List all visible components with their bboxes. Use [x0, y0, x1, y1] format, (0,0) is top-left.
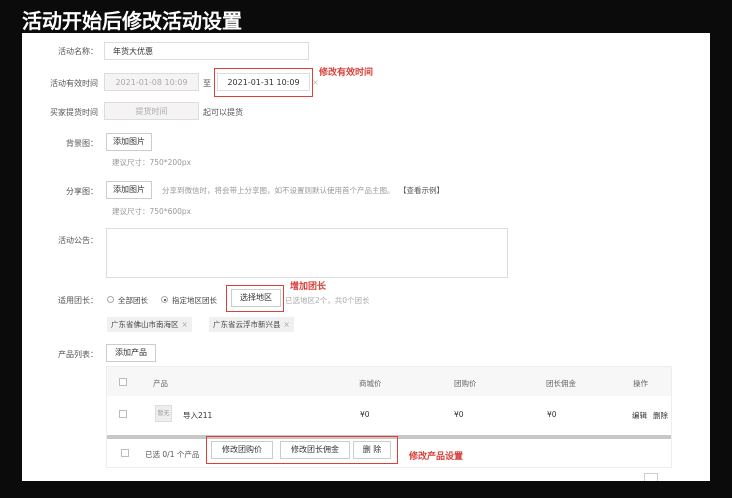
- products-label: 产品列表：: [58, 350, 98, 359]
- annotation-box-leaders: [226, 285, 284, 312]
- annotation-products: 修改产品设置: [409, 452, 464, 462]
- remove-region-icon[interactable]: ×: [284, 320, 290, 329]
- background-size-hint: 建议尺寸：750*200px: [112, 158, 192, 167]
- leader-commission: ¥0: [547, 410, 557, 419]
- scroll-to-top-icon[interactable]: [644, 473, 658, 481]
- edit-product-link[interactable]: 编辑: [632, 410, 647, 421]
- table-row: 暂无 导入211 ¥0 ¥0 ¥0 编辑 删除: [107, 396, 671, 432]
- add-background-image-button[interactable]: 添加图片: [106, 133, 152, 151]
- region-tag-label: 广东省云浮市新兴县: [213, 320, 281, 329]
- selected-count-text: 已选 0/1 个产品: [145, 449, 199, 460]
- radio-all-leaders-label: 全部团长: [118, 296, 148, 305]
- selected-suffix: /1 个产品: [167, 450, 200, 459]
- annotation-box-valid-time: [214, 68, 313, 97]
- pickup-time-label: 买家提货时间: [50, 108, 98, 117]
- footer-select-all-checkbox[interactable]: [121, 449, 129, 457]
- start-time-input[interactable]: 2021-01-08 10:09: [104, 73, 199, 91]
- activity-name-input[interactable]: 年货大优惠: [104, 42, 309, 60]
- annotation-valid-time: 修改有效时间: [319, 68, 374, 78]
- clear-time-icon[interactable]: ×: [312, 78, 319, 87]
- notice-textarea[interactable]: [106, 228, 508, 278]
- radio-region-leaders[interactable]: [161, 296, 168, 303]
- notice-label: 活动公告：: [58, 236, 98, 245]
- product-name: 导入211: [183, 411, 213, 420]
- activity-name-label: 活动名称：: [58, 47, 98, 56]
- region-tag: 广东省云浮市新兴县 ×: [209, 317, 294, 332]
- radio-all-leaders[interactable]: [107, 296, 114, 303]
- delete-product-link[interactable]: 删除: [653, 410, 668, 421]
- row-checkbox[interactable]: [119, 410, 127, 418]
- pickup-time-suffix: 起可以提货: [203, 108, 243, 117]
- add-share-image-button[interactable]: 添加图片: [106, 181, 152, 199]
- column-header: 团购价: [454, 379, 477, 388]
- share-image-desc: 分享到微信时，将会带上分享图，如不设置则默认使用首个产品主图。: [162, 186, 395, 195]
- background-image-label: 背景图：: [66, 139, 98, 148]
- share-size-hint: 建议尺寸：750*600px: [112, 207, 192, 216]
- column-header: 操作: [633, 379, 648, 388]
- settings-panel: 活动名称： 年货大优惠 活动有效时间 2021-01-08 10:09 至 20…: [22, 33, 710, 481]
- column-header: 团长佣金: [546, 379, 576, 388]
- add-product-button[interactable]: 添加产品: [106, 344, 156, 362]
- region-tag-label: 广东省佛山市南海区: [111, 320, 179, 329]
- remove-region-icon[interactable]: ×: [182, 320, 188, 329]
- share-image-label: 分享图：: [66, 187, 98, 196]
- product-thumbnail: 暂无: [155, 405, 172, 422]
- leaders-summary: 已选地区2个，共0个团长: [285, 296, 370, 305]
- column-header: 商城价: [359, 379, 382, 388]
- select-all-checkbox[interactable]: [119, 378, 127, 386]
- group-price: ¥0: [454, 410, 464, 419]
- valid-time-label: 活动有效时间: [50, 79, 98, 88]
- radio-region-leaders-label: 指定地区团长: [172, 296, 217, 305]
- pickup-time-input[interactable]: 提货时间: [104, 102, 199, 120]
- mall-price: ¥0: [360, 410, 370, 419]
- table-header: [107, 367, 671, 396]
- column-header: 产品: [153, 379, 168, 388]
- annotation-leaders: 增加团长: [290, 282, 327, 292]
- view-example-link[interactable]: 【查看示例】: [399, 185, 444, 196]
- region-tag: 广东省佛山市南海区 ×: [107, 317, 192, 332]
- page-title: 活动开始后修改活动设置: [22, 9, 242, 33]
- leaders-label: 适用团长：: [58, 296, 98, 305]
- selected-prefix: 已选: [145, 450, 160, 459]
- annotation-box-products: [206, 436, 398, 464]
- time-separator: 至: [203, 79, 211, 88]
